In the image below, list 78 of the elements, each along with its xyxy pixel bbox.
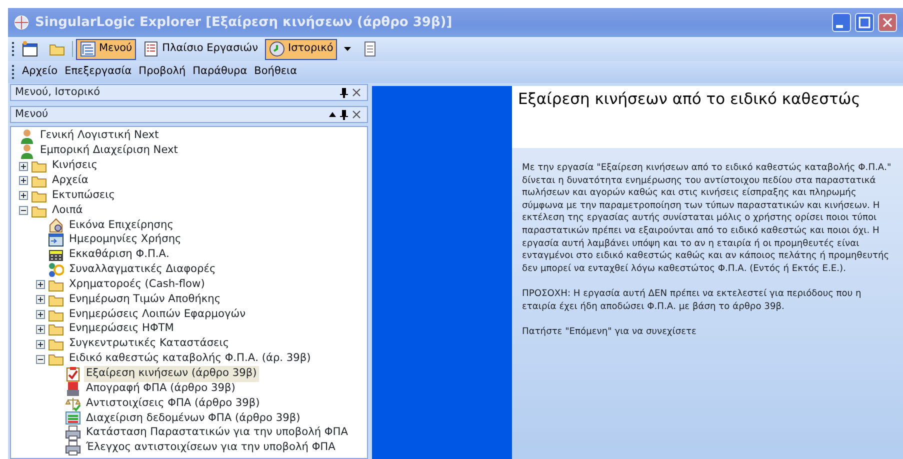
expander-icon[interactable]	[19, 176, 28, 186]
tree-item[interactable]: Ενημέρωση Τιμών Αποθήκης	[67, 292, 223, 308]
tree-item[interactable]: Έλεγχος αντιστοιχίσεων για την υποβολή ΦΠΑ	[84, 440, 338, 456]
expander-icon[interactable]	[19, 162, 28, 171]
expander-icon[interactable]	[19, 191, 28, 200]
house-icon	[48, 217, 64, 234]
pin-button[interactable]	[338, 109, 350, 120]
panel-title: Μενού	[15, 106, 50, 122]
pin-button[interactable]	[338, 87, 350, 98]
tree-item[interactable]: Συγκεντρωτικές Καταστάσεις	[67, 336, 232, 352]
person-icon	[19, 128, 35, 144]
data-icon	[65, 410, 81, 426]
menu-item[interactable]: Παράθυρα	[192, 64, 248, 80]
tree-icon	[80, 41, 96, 57]
menu-item[interactable]: Αρχείο	[22, 64, 58, 80]
window-icon	[22, 41, 38, 57]
tree-item[interactable]: Κατάσταση Παραστατικών για την υποβολή ΦΠΑ	[84, 425, 350, 442]
maximize-icon	[858, 16, 871, 29]
tree-item[interactable]: Ενημερώσεις Λοιπών Εφαρμογών	[67, 306, 248, 322]
close-button[interactable]	[350, 109, 363, 120]
tree-item[interactable]: Εκκαθάριση Φ.Π.Α.	[67, 247, 172, 264]
list-icon	[143, 41, 160, 57]
tree-item[interactable]: Λοιπά	[50, 202, 85, 219]
tree-item[interactable]: Διαχείριση δεδομένων ΦΠΑ (άρθρο 39β)	[84, 410, 302, 426]
tree-item[interactable]: Ειδικό καθεστώς καταβολής Φ.Π.Α. (άρ. 39β)	[67, 351, 313, 368]
tree-item[interactable]: Κινήσεις	[50, 158, 100, 174]
tree-item[interactable]: Εξαίρεση κινήσεων (άρθρο 39β)	[84, 366, 259, 382]
checklist-icon	[65, 366, 81, 382]
menu-item[interactable]: Επεξεργασία	[64, 64, 132, 80]
printer-icon	[65, 425, 81, 442]
tree-item[interactable]: Συναλλαγματικές Διαφορές	[67, 262, 218, 278]
calendar-icon	[48, 232, 64, 248]
close-icon	[881, 16, 894, 29]
toolbar-button[interactable]: Μενού	[76, 38, 136, 60]
expander-icon[interactable]	[36, 324, 45, 334]
maximize-button[interactable]	[855, 13, 874, 32]
person-icon	[19, 143, 35, 160]
tree-item[interactable]: Απογραφή ΦΠΑ (άρθρο 39β)	[84, 380, 238, 397]
expander-icon[interactable]	[36, 295, 45, 304]
description-text: Πατήστε "Επόμενη" για να συνεχίσετε	[522, 326, 698, 338]
close-button[interactable]	[878, 13, 897, 32]
tree-item[interactable]: Ημερομηνίες Χρήσης	[67, 232, 184, 248]
app-logo-icon	[14, 15, 29, 30]
toolbar-button[interactable]: Ιστορικό	[264, 38, 338, 60]
tree-item[interactable]: Αντιστοιχίσεις ΦΠΑ (άρθρο 39β)	[84, 396, 262, 412]
expander-icon[interactable]	[36, 354, 45, 364]
expander-icon[interactable]	[36, 340, 45, 349]
tree-item[interactable]: Χρηματοροές (Cash-flow)	[67, 276, 207, 293]
caret-icon	[344, 47, 352, 51]
expander-icon[interactable]	[36, 310, 45, 320]
expander-icon[interactable]	[19, 206, 28, 216]
close-button[interactable]	[350, 87, 363, 98]
stamp-icon	[65, 380, 81, 397]
window-title: SingularLogic Explorer [Εξαίρεση κινήσεων (άρθρο 39β)]	[35, 14, 452, 32]
toolbar-grip[interactable]	[12, 42, 15, 56]
tree-item[interactable]: Εκτυπώσεις	[50, 188, 117, 204]
toolbar-button[interactable]: Πλαίσιο Εργασιών	[139, 38, 262, 60]
minimize-button[interactable]	[832, 13, 851, 32]
tree-item[interactable]: Εμπορική Διαχείριση Next	[38, 143, 180, 160]
tree-item[interactable]: Εικόνα Επιχείρησης	[67, 218, 176, 234]
page-heading: Εξαίρεση κινήσεων από το ειδικό καθεστώς	[512, 86, 903, 148]
description-text: Με την εργασία "Εξαίρεση κινήσεων από το ειδικό καθεστώς καταβολής Φ.Π.Α." δίνεται η δυνατότητα ενημέρωσης του αντίστοιχου πεδίου στα παραστατικά πωλήσεων και αγορών καθώς και στις κινήσεις είσπραξης και πληρωμής σύμφωνα με την παραμετροποίηση των τύπων παραστατικών και κινήσεων. Η εκτέλεση της εργασίας αυτής συνίσταται μόλις ο χρήστης ορίσει ποιοι τύποι παραστατικών πρέπει να εξαιρούνται από το ειδικό καθεστώς και ποιοι όχι. Η εργασία αυτή λαμβάνει υπόψη και το αν η εταιρία ή οι προμηθευτές είναι ενταγμένοι στο ειδικό καθεστώς καθώς και αν κάποιος πελάτης ή προμηθευτής δεν μπορεί να ενταχθεί λόγω καθεστώτος Φ.Π.Α. (Εντός ή Εκτός Ε.Ε.).	[522, 162, 892, 276]
calculator-icon	[48, 247, 64, 264]
coins-icon	[48, 262, 64, 278]
menu-item[interactable]: Βοήθεια	[254, 64, 298, 80]
printer-icon	[65, 440, 81, 456]
tree-item[interactable]: Αρχεία	[50, 173, 90, 189]
tree-item[interactable]: Ενημερώσεις ΗΦΤΜ	[67, 321, 176, 338]
menu-item[interactable]: Προβολή	[138, 64, 186, 80]
menubar-grip[interactable]	[12, 65, 15, 79]
expander-icon[interactable]	[36, 280, 45, 290]
tree-item[interactable]: Γενική Λογιστική Next	[38, 128, 161, 144]
clock-icon	[268, 41, 285, 57]
description-text: ΠΡΟΣΟΧΗ: Η εργασία αυτή ΔΕΝ πρέπει να εκτελεστεί για περιόδους που η εταιρία έχει ήδη αποδώσει Φ.Π.Α. με βάση το άρθρο 39β.	[522, 288, 862, 314]
minimize-icon	[836, 25, 843, 28]
panel-title: Μενού, Ιστορικό	[15, 84, 102, 100]
document-icon	[362, 41, 378, 57]
scale-icon	[65, 396, 81, 412]
